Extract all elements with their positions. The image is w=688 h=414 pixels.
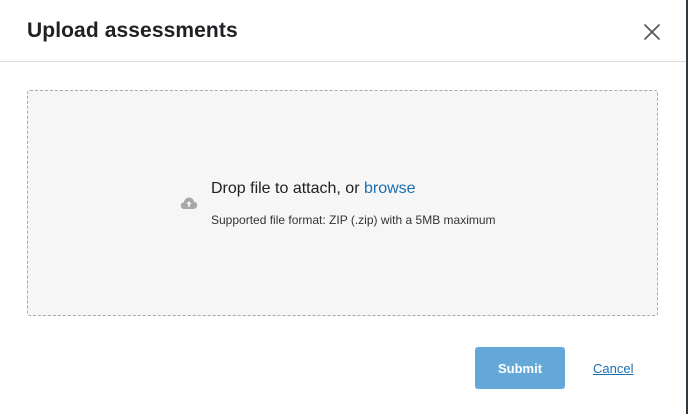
cancel-link[interactable]: Cancel xyxy=(593,361,633,376)
close-icon[interactable] xyxy=(640,20,664,44)
submit-button[interactable]: Submit xyxy=(475,347,565,389)
cloud-upload-icon xyxy=(180,196,198,210)
dialog-title: Upload assessments xyxy=(27,19,238,42)
drop-prompt: Drop file to attach, or browse xyxy=(211,180,416,198)
close-icon-glyph xyxy=(644,24,660,40)
format-note: Supported file format: ZIP (.zip) with a… xyxy=(211,213,496,227)
browse-link[interactable]: browse xyxy=(364,180,416,197)
file-dropzone[interactable]: Drop file to attach, or browse Supported… xyxy=(27,90,658,316)
drop-prompt-text: Drop file to attach, or xyxy=(211,180,364,197)
dialog-header: Upload assessments xyxy=(0,0,686,62)
upload-dialog: Upload assessments Drop file to attach, … xyxy=(0,0,688,414)
